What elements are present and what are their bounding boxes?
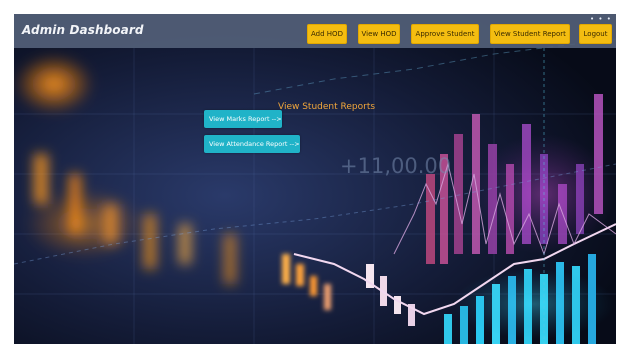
background-overlay-number: +11,00.00: [340, 154, 452, 178]
view-hod-button[interactable]: View HOD: [358, 24, 400, 44]
add-hod-button[interactable]: Add HOD: [307, 24, 347, 44]
view-student-report-button[interactable]: View Student Report: [490, 24, 570, 44]
view-marks-report-button[interactable]: View Marks Report -->: [204, 110, 282, 128]
page-frame: +11,00.00 Admin Dashboard • • • Add HOD …: [14, 14, 616, 344]
approve-student-button[interactable]: Approve Student: [411, 24, 479, 44]
brand-title: Admin Dashboard: [22, 23, 144, 37]
top-navbar: Admin Dashboard • • • Add HOD View HOD A…: [14, 14, 616, 48]
view-attendance-report-button[interactable]: View Attendance Report -->: [204, 135, 300, 153]
page-title: View Student Reports: [278, 102, 376, 112]
more-dots-icon[interactable]: • • •: [590, 15, 612, 23]
logout-button[interactable]: Logout: [579, 24, 612, 44]
background-financial-chart: [14, 14, 616, 344]
